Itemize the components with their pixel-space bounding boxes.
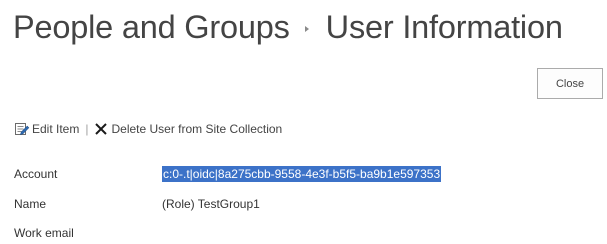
field-value-account[interactable]: c:0-.t|oidc|8a275cbb-9558-4e3f-b5f5-ba9b… — [162, 166, 442, 182]
page-title: People and Groups User Information — [13, 2, 563, 52]
edit-item-button[interactable]: Edit Item — [14, 121, 79, 137]
edit-item-label: Edit Item — [32, 122, 80, 136]
field-row-account: Account c:0-.t|oidc|8a275cbb-9558-4e3f-b… — [14, 165, 442, 183]
close-button[interactable]: Close — [537, 68, 603, 99]
field-row-work-email: Work email — [14, 224, 162, 242]
page-title-site: People and Groups — [13, 8, 290, 45]
field-row-name: Name (Role) TestGroup1 — [14, 195, 260, 213]
delete-x-icon — [93, 121, 109, 137]
delete-user-button[interactable]: Delete User from Site Collection — [93, 121, 282, 137]
item-toolbar: Edit Item | Delete User from Site Collec… — [14, 121, 282, 137]
field-value-name[interactable]: (Role) TestGroup1 — [162, 197, 260, 211]
delete-user-label: Delete User from Site Collection — [111, 122, 283, 136]
breadcrumb-separator-icon — [304, 26, 309, 32]
field-label-work-email: Work email — [14, 226, 74, 240]
page-title-page: User Information — [325, 8, 563, 45]
edit-item-icon — [14, 121, 30, 137]
toolbar-separator: | — [85, 122, 89, 136]
field-label-account: Account — [14, 167, 58, 181]
field-label-name: Name — [14, 197, 47, 211]
